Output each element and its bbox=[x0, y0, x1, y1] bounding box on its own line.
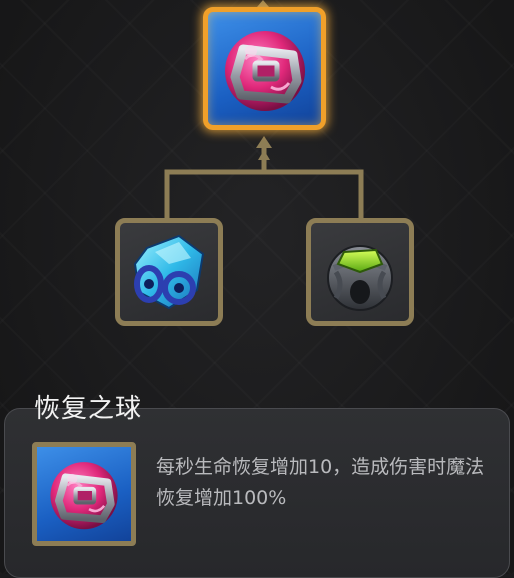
green-gem-orb-icon bbox=[327, 245, 393, 311]
component-slot-green-gem[interactable] bbox=[306, 218, 414, 326]
item-name: 恢复之球 bbox=[34, 394, 143, 424]
upgrade-arrow-icon bbox=[257, 0, 269, 7]
blue-crystal-gem-icon bbox=[133, 234, 205, 310]
recovery-orb-icon bbox=[224, 30, 305, 111]
component-slot-blue-gem[interactable] bbox=[115, 218, 223, 326]
main-item-slot[interactable] bbox=[203, 7, 326, 130]
tooltip-item-icon-frame bbox=[32, 442, 136, 546]
recovery-orb-icon bbox=[50, 462, 118, 530]
item-description: 每秒生命恢复增加10，造成伤害时魔法恢复增加100% bbox=[156, 456, 485, 509]
